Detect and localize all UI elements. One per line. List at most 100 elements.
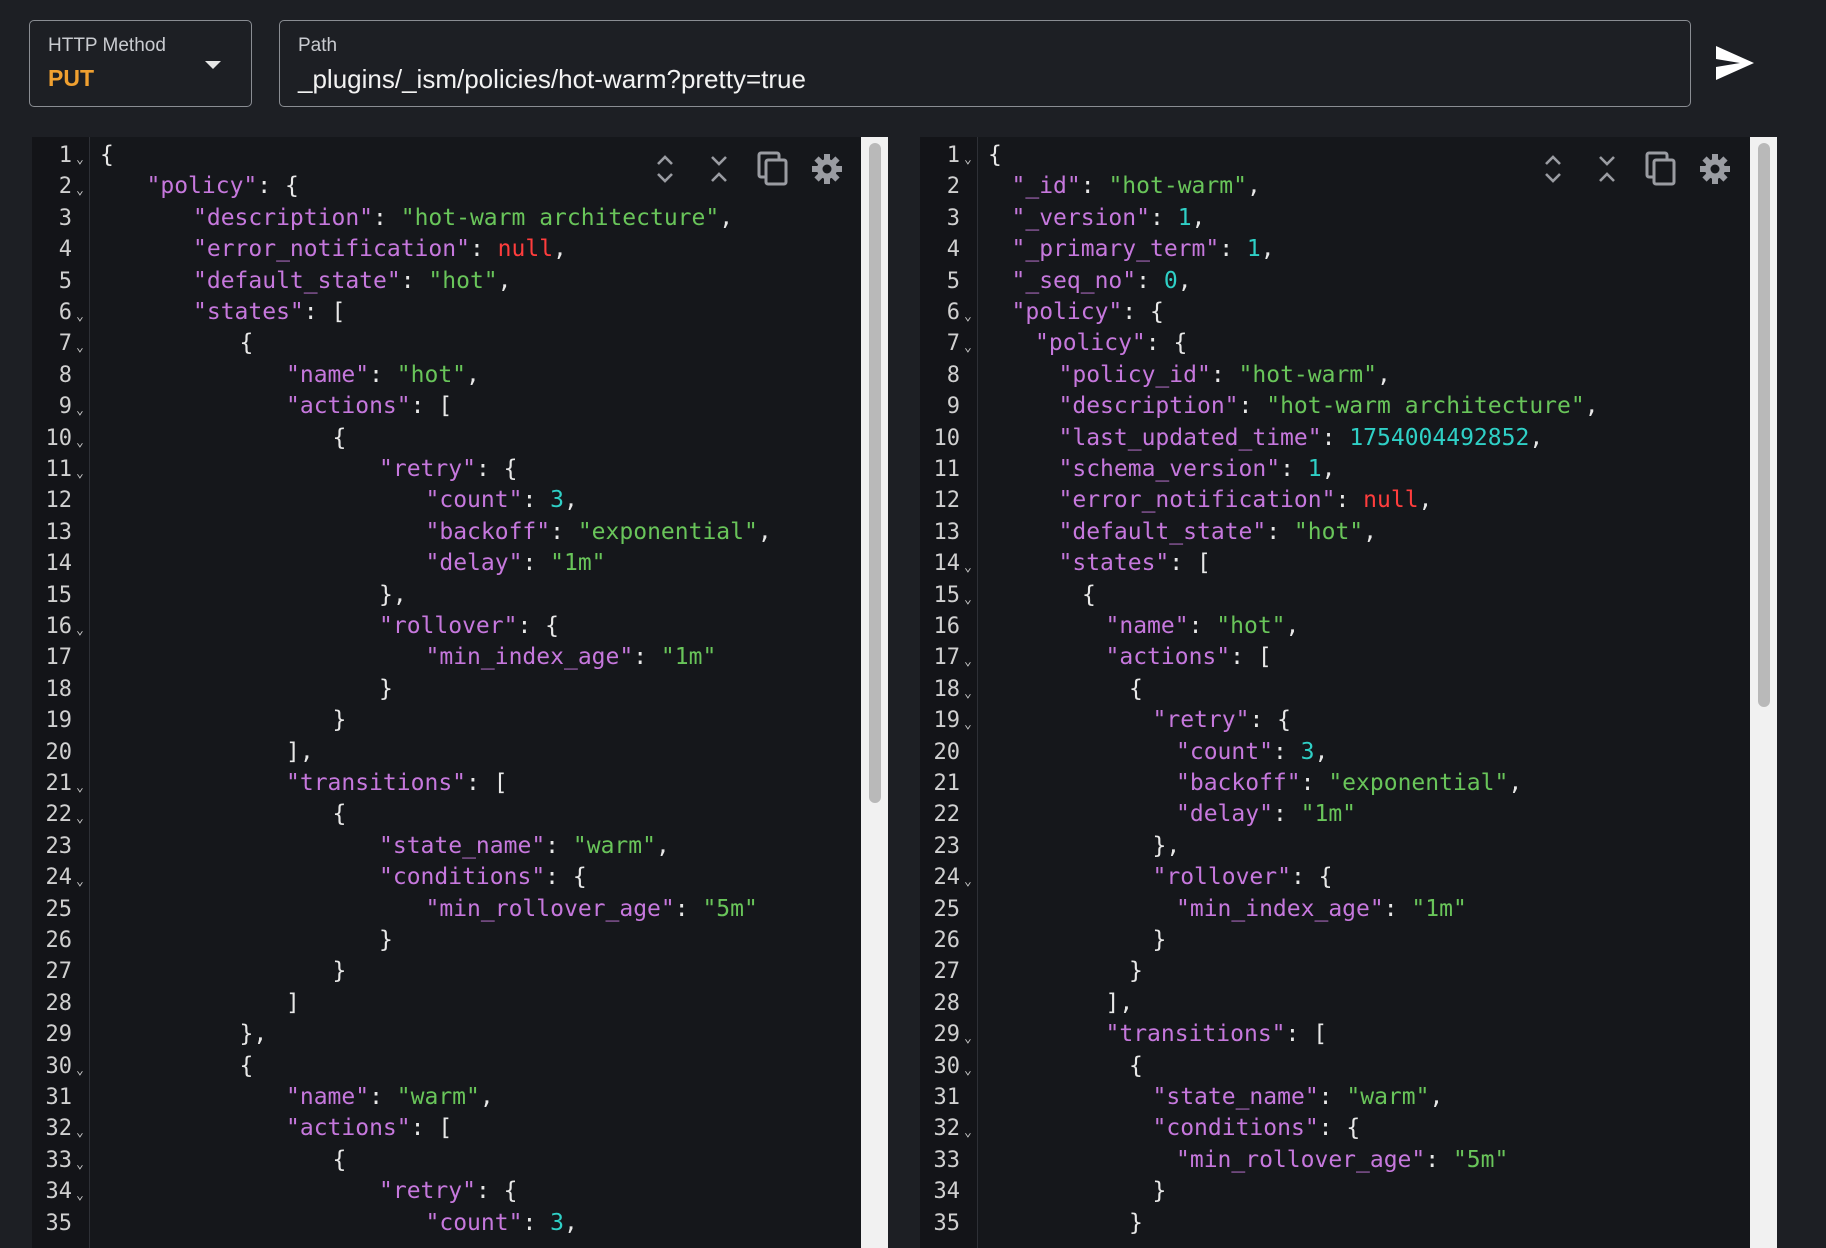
code-line[interactable]: 29 ⌄ "transitions": [ — [920, 1019, 1777, 1050]
code-line[interactable]: 20 "count": 3, — [920, 737, 1777, 768]
line-number: 31 — [933, 1085, 961, 1110]
code-line[interactable]: 25 "min_rollover_age": "5m" — [32, 894, 888, 925]
code-token: , — [1584, 393, 1599, 420]
code-line[interactable]: 12 "count": 3, — [32, 485, 888, 516]
code-line[interactable]: 32 ⌄ "actions": [ — [32, 1113, 888, 1144]
copy-icon[interactable] — [755, 149, 791, 189]
code-token: "warm" — [572, 832, 656, 859]
code-line[interactable]: 7 ⌄{ — [32, 328, 888, 359]
code-line[interactable]: 9 ⌄ "actions": [ — [32, 391, 888, 422]
code-line[interactable]: 12 "error_notification": null, — [920, 485, 1777, 516]
code-text: { — [988, 140, 1002, 171]
code-line[interactable]: 4 "error_notification": null, — [32, 234, 888, 265]
code-line[interactable]: 8 "name": "hot", — [32, 360, 888, 391]
code-line[interactable]: 29}, — [32, 1019, 888, 1050]
code-token: "last_updated_time" — [1058, 424, 1322, 451]
code-line[interactable]: 16 "name": "hot", — [920, 611, 1777, 642]
line-number: 17 — [933, 645, 961, 671]
response-scrollbar-thumb[interactable] — [1758, 143, 1770, 707]
code-line[interactable]: 30 ⌄{ — [32, 1051, 888, 1082]
code-line[interactable]: 15}, — [32, 580, 888, 611]
code-line[interactable]: 31 "name": "warm", — [32, 1082, 888, 1113]
code-line[interactable]: 31 "state_name": "warm", — [920, 1082, 1777, 1113]
code-line[interactable]: 11 ⌄ "retry": { — [32, 454, 888, 485]
code-line[interactable]: 34} — [920, 1176, 1777, 1207]
code-line[interactable]: 7 ⌄ "policy": { — [920, 328, 1777, 359]
code-line[interactable]: 23 "state_name": "warm", — [32, 831, 888, 862]
gear-icon[interactable] — [1697, 149, 1733, 189]
code-line[interactable]: 13 "backoff": "exponential", — [32, 517, 888, 548]
code-line[interactable]: 4 "_primary_term": 1, — [920, 234, 1777, 265]
code-token: "rollover" — [379, 613, 518, 639]
code-line[interactable]: 11 "schema_version": 1, — [920, 454, 1777, 485]
code-line[interactable]: 6 ⌄ "policy": { — [920, 297, 1777, 328]
code-line[interactable]: 9 "description": "hot-warm architecture", — [920, 391, 1777, 422]
collapse-all-icon[interactable] — [701, 149, 737, 189]
code-token: : — [1080, 173, 1109, 200]
path-input[interactable]: Path _plugins/_ism/policies/hot-warm?pre… — [279, 20, 1691, 107]
code-line[interactable]: 6 ⌄ "states": [ — [32, 297, 888, 328]
code-line[interactable]: 21 ⌄ "transitions": [ — [32, 768, 888, 799]
line-number: 2 — [58, 174, 72, 200]
expand-all-icon[interactable] — [1535, 149, 1571, 189]
code-line[interactable]: 3 "description": "hot-warm architecture", — [32, 203, 888, 234]
code-line[interactable]: 22 "delay": "1m" — [920, 799, 1777, 830]
code-line[interactable]: 27} — [920, 956, 1777, 987]
code-line[interactable]: 5 "default_state": "hot", — [32, 266, 888, 297]
code-line[interactable]: 26} — [32, 925, 888, 956]
response-scrollbar[interactable] — [1750, 137, 1777, 1248]
code-line[interactable]: 19 ⌄ "retry": { — [920, 705, 1777, 736]
code-line[interactable]: 26} — [920, 925, 1777, 956]
code-line[interactable]: 14 "delay": "1m" — [32, 548, 888, 579]
code-line[interactable]: 18 ⌄{ — [920, 674, 1777, 705]
code-line[interactable]: 24 ⌄ "rollover": { — [920, 862, 1777, 893]
line-number: 15 — [933, 582, 961, 608]
code-line[interactable]: 18} — [32, 674, 888, 705]
code-token: null — [497, 236, 554, 263]
code-line[interactable]: 17 ⌄ "actions": [ — [920, 642, 1777, 673]
code-line[interactable]: 14 ⌄ "states": [ — [920, 548, 1777, 579]
collapse-all-icon[interactable] — [1589, 149, 1625, 189]
code-token: 1 — [1246, 236, 1261, 263]
code-token: : — [373, 204, 401, 231]
code-line[interactable]: 24 ⌄ "conditions": { — [32, 862, 888, 893]
code-line[interactable]: 22 ⌄{ — [32, 799, 888, 830]
code-line[interactable]: 35} — [920, 1208, 1777, 1239]
request-editor[interactable]: 1 ⌄{2 ⌄ "policy": {3 "description": "hot-war… — [32, 137, 888, 1248]
gear-icon[interactable] — [809, 149, 845, 189]
http-method-select[interactable]: HTTP Method PUT — [29, 20, 252, 107]
code-line[interactable]: 34 ⌄ "retry": { — [32, 1176, 888, 1207]
send-button[interactable] — [1712, 42, 1758, 84]
code-line[interactable]: 35 "count": 3, — [32, 1208, 888, 1239]
request-scrollbar[interactable] — [861, 137, 888, 1248]
code-token: { — [332, 424, 347, 451]
code-line[interactable]: 23}, — [920, 831, 1777, 862]
code-line[interactable]: 28], — [920, 988, 1777, 1019]
code-line[interactable]: 16 ⌄ "rollover": { — [32, 611, 888, 642]
code-line[interactable]: 3 "_version": 1, — [920, 203, 1777, 234]
code-line[interactable]: 13 "default_state": "hot", — [920, 517, 1777, 548]
response-editor[interactable]: 1 ⌄{2 "_id": "hot-warm", 3 "_version": 1, 4 "_… — [920, 137, 1777, 1248]
code-line[interactable]: 20], — [32, 737, 888, 768]
code-line[interactable]: 8 "policy_id": "hot-warm", — [920, 360, 1777, 391]
code-text: } — [1153, 1176, 1167, 1207]
code-line[interactable]: 17 "min_index_age": "1m" — [32, 642, 888, 673]
request-scrollbar-thumb[interactable] — [869, 143, 881, 803]
code-line[interactable]: 32 ⌄ "conditions": { — [920, 1113, 1777, 1144]
code-line[interactable]: 10 "last_updated_time": 1754004492852, — [920, 423, 1777, 454]
path-value[interactable]: _plugins/_ism/policies/hot-warm?pretty=t… — [298, 64, 806, 95]
copy-icon[interactable] — [1643, 149, 1679, 189]
code-line[interactable]: 25 "min_index_age": "1m" — [920, 894, 1777, 925]
code-line[interactable]: 28] — [32, 988, 888, 1019]
code-line[interactable]: 10 ⌄{ — [32, 423, 888, 454]
expand-all-icon[interactable] — [647, 149, 683, 189]
code-token: : — [469, 236, 498, 263]
code-line[interactable]: 21 "backoff": "exponential", — [920, 768, 1777, 799]
code-line[interactable]: 30 ⌄{ — [920, 1051, 1777, 1082]
code-line[interactable]: 5 "_seq_no": 0, — [920, 266, 1777, 297]
code-line[interactable]: 33 ⌄{ — [32, 1145, 888, 1176]
code-line[interactable]: 15 ⌄{ — [920, 580, 1777, 611]
code-line[interactable]: 27} — [32, 956, 888, 987]
code-line[interactable]: 19} — [32, 705, 888, 736]
code-line[interactable]: 33 "min_rollover_age": "5m" — [920, 1145, 1777, 1176]
